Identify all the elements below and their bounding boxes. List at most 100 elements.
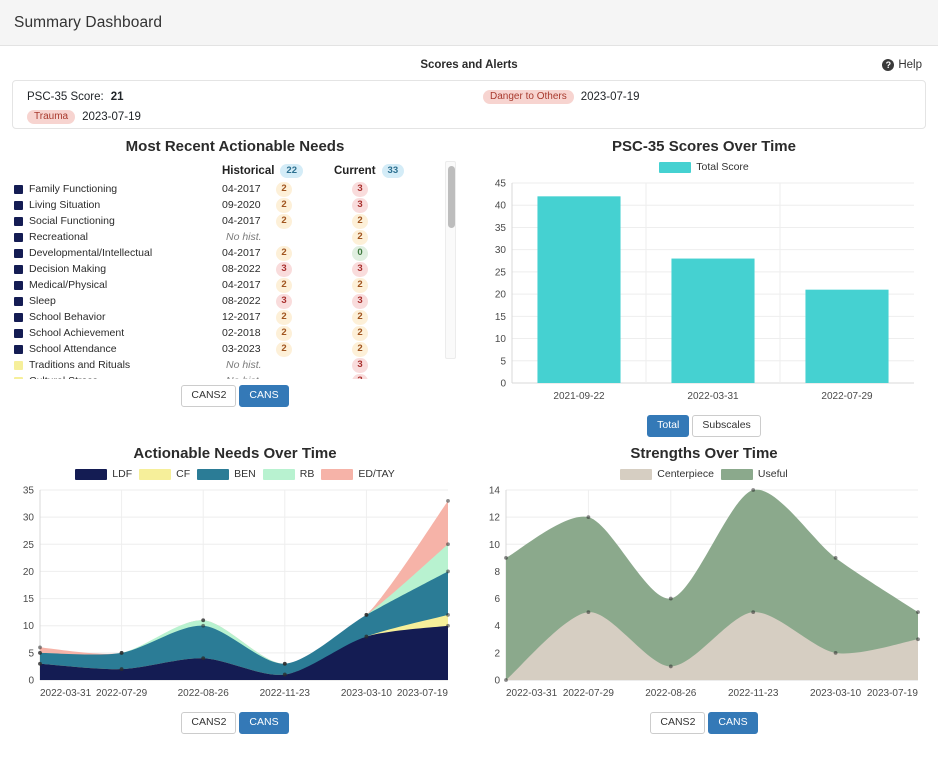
needs-item-historical-date: 02-2018 xyxy=(222,327,261,339)
svg-text:2022-07-29: 2022-07-29 xyxy=(96,688,148,699)
needs-item-label: Family Functioning xyxy=(29,183,118,195)
needs-item-current: 2 xyxy=(334,213,440,229)
needs-list-item[interactable]: Developmental/Intellectual 04-2017 2 0 xyxy=(14,245,440,261)
alerts-right-column: Danger to Others 2023-07-19 xyxy=(483,88,640,106)
svg-text:30: 30 xyxy=(495,245,507,256)
panel-psc35-scores-over-time: PSC-35 Scores Over Time Total Score 0 5 10… xyxy=(470,129,938,437)
needs-item-historical-date: 04-2017 xyxy=(222,215,261,227)
needs-toggle-cans2[interactable]: CANS2 xyxy=(181,385,237,407)
needs-list-item[interactable]: Living Situation 09-2020 2 3 xyxy=(14,197,440,213)
legend-item[interactable]: ED/TAY xyxy=(321,468,395,480)
needs-header-current: Current 33 xyxy=(334,164,440,178)
page-title: Summary Dashboard xyxy=(14,13,163,31)
needs-item-current-score: 2 xyxy=(352,229,368,245)
needs-item-historical: 12-2017 2 xyxy=(222,309,334,325)
svg-text:2022-03-31: 2022-03-31 xyxy=(40,688,92,699)
needs-category-color-swatch xyxy=(14,296,23,306)
needs-item-historical-date: 03-2023 xyxy=(222,343,261,355)
psc35-chart[interactable]: 0 5 10 15 20 25 30 35 40 45 2021-09-22 2022-03-31 20… xyxy=(482,177,926,409)
needs-category-color-swatch xyxy=(14,312,23,322)
dashboard-grid: Most Recent Actionable Needs Historical … xyxy=(0,129,938,734)
legend-item[interactable]: BEN xyxy=(197,468,256,480)
needs-toggle-cans[interactable]: CANS xyxy=(239,385,289,407)
needs-scrollbar-thumb[interactable] xyxy=(448,166,455,228)
svg-text:2022-07-29: 2022-07-29 xyxy=(563,688,615,699)
strengths-toggle-cans2[interactable]: CANS2 xyxy=(650,712,706,734)
needs-item-historical: 02-2018 2 xyxy=(222,325,334,341)
strengths-toggle-cans[interactable]: CANS xyxy=(708,712,758,734)
needs-item-historical: 04-2017 2 xyxy=(222,213,334,229)
danger-alert-row: Danger to Others 2023-07-19 xyxy=(483,88,640,106)
strengths-over-time-chart[interactable]: 0 2 4 6 8 10 12 14 2022-03-31 2022-07-29 2022-08-2… xyxy=(482,484,926,706)
needs-chart-toggle-cans2[interactable]: CANS2 xyxy=(181,712,237,734)
svg-text:35: 35 xyxy=(495,223,507,234)
panel-actionable-needs-over-time: Actionable Needs Over Time LDF CF BEN RB ED/… xyxy=(0,436,470,734)
legend-color-swatch xyxy=(720,468,753,480)
needs-item-historical: 03-2023 2 xyxy=(222,341,334,357)
legend-label: RB xyxy=(299,468,315,480)
svg-text:10: 10 xyxy=(495,334,507,345)
needs-item-label: Sleep xyxy=(29,295,56,307)
legend-item[interactable]: Total Score xyxy=(659,161,749,173)
historical-label: Historical xyxy=(222,165,275,177)
needs-list-item[interactable]: Sleep 08-2022 3 3 xyxy=(14,293,440,309)
legend-item[interactable]: RB xyxy=(262,468,315,480)
panel-strengths-over-time: Strengths Over Time Centerpiece Useful 02… xyxy=(470,436,938,734)
needs-category-color-swatch xyxy=(14,248,23,258)
legend-label: BEN xyxy=(234,468,256,480)
legend-label: LDF xyxy=(112,468,133,480)
needs-scrollbar[interactable] xyxy=(445,161,456,359)
psc35-toggle-subscales[interactable]: Subscales xyxy=(692,415,761,437)
needs-list-item[interactable]: School Attendance 03-2023 2 2 xyxy=(14,341,440,357)
psc35-toggle-total[interactable]: Total xyxy=(647,415,690,437)
scores-and-alerts-title: Scores and Alerts xyxy=(420,59,518,71)
needs-list-header: Historical 22 Current 33 xyxy=(14,161,456,181)
svg-text:15: 15 xyxy=(495,312,507,323)
svg-text:2022-03-31: 2022-03-31 xyxy=(687,391,739,402)
legend-item[interactable]: CF xyxy=(139,468,190,480)
legend-item[interactable]: LDF xyxy=(75,468,132,480)
needs-list-item[interactable]: Recreational No hist. 2 xyxy=(14,229,440,245)
needs-list-item[interactable]: Family Functioning 04-2017 2 3 xyxy=(14,181,440,197)
needs-scroll-area[interactable]: Family Functioning 04-2017 2 3 Living Situat… xyxy=(14,181,456,379)
needs-item-historical: 08-2022 3 xyxy=(222,261,334,277)
needs-item-current-score: 2 xyxy=(352,325,368,341)
svg-text:2: 2 xyxy=(494,648,500,659)
svg-text:0: 0 xyxy=(494,676,500,687)
needs-item-historical: 09-2020 2 xyxy=(222,197,334,213)
legend-item[interactable]: Useful xyxy=(720,468,788,480)
svg-text:30: 30 xyxy=(23,513,35,524)
historical-count-badge: 22 xyxy=(280,164,303,178)
needs-item-historical: 04-2017 2 xyxy=(222,245,334,261)
svg-text:2022-11-23: 2022-11-23 xyxy=(728,688,779,699)
needs-item-historical-score: 2 xyxy=(276,213,292,229)
svg-text:12: 12 xyxy=(489,513,501,524)
svg-text:20: 20 xyxy=(495,290,507,301)
needs-item-current: 3 xyxy=(334,373,440,379)
svg-text:0: 0 xyxy=(500,379,506,390)
alerts-card: PSC-35 Score: 21 Trauma 2023-07-19 Dange… xyxy=(12,80,926,129)
svg-text:10: 10 xyxy=(489,540,501,551)
needs-item-current-score: 3 xyxy=(352,197,368,213)
needs-item-historical-date: 08-2022 xyxy=(222,295,261,307)
needs-list-item[interactable]: School Achievement 02-2018 2 2 xyxy=(14,325,440,341)
legend-item[interactable]: Centerpiece xyxy=(620,468,714,480)
needs-list-item[interactable]: School Behavior 12-2017 2 2 xyxy=(14,309,440,325)
psc35-panel-title: PSC-35 Scores Over Time xyxy=(612,138,796,155)
panel-most-recent-actionable-needs: Most Recent Actionable Needs Historical … xyxy=(0,129,470,436)
needs-list-item[interactable]: Social Functioning 04-2017 2 2 xyxy=(14,213,440,229)
page-header: Summary Dashboard xyxy=(0,0,938,46)
trauma-alert-date: 2023-07-19 xyxy=(82,111,141,123)
help-button[interactable]: ? Help xyxy=(882,56,922,74)
svg-text:2022-03-31: 2022-03-31 xyxy=(506,688,558,699)
alerts-left-column: PSC-35 Score: 21 Trauma 2023-07-19 xyxy=(27,88,141,126)
needs-chart-toggle-cans[interactable]: CANS xyxy=(239,712,289,734)
needs-list-item[interactable]: Medical/Physical 04-2017 2 2 xyxy=(14,277,440,293)
needs-item-historical: No hist. xyxy=(222,231,334,243)
needs-list-item[interactable]: Traditions and Rituals No hist. 3 xyxy=(14,357,440,373)
needs-list-item[interactable]: Cultural Stress No hist. 3 xyxy=(14,373,440,379)
needs-item-label: School Attendance xyxy=(29,343,117,355)
needs-item-label: Recreational xyxy=(29,231,88,243)
needs-over-time-chart[interactable]: 0 5 10 15 20 25 30 35 2022-03-31 2022-07-29 2022-0… xyxy=(12,484,458,706)
needs-list-item[interactable]: Decision Making 08-2022 3 3 xyxy=(14,261,440,277)
